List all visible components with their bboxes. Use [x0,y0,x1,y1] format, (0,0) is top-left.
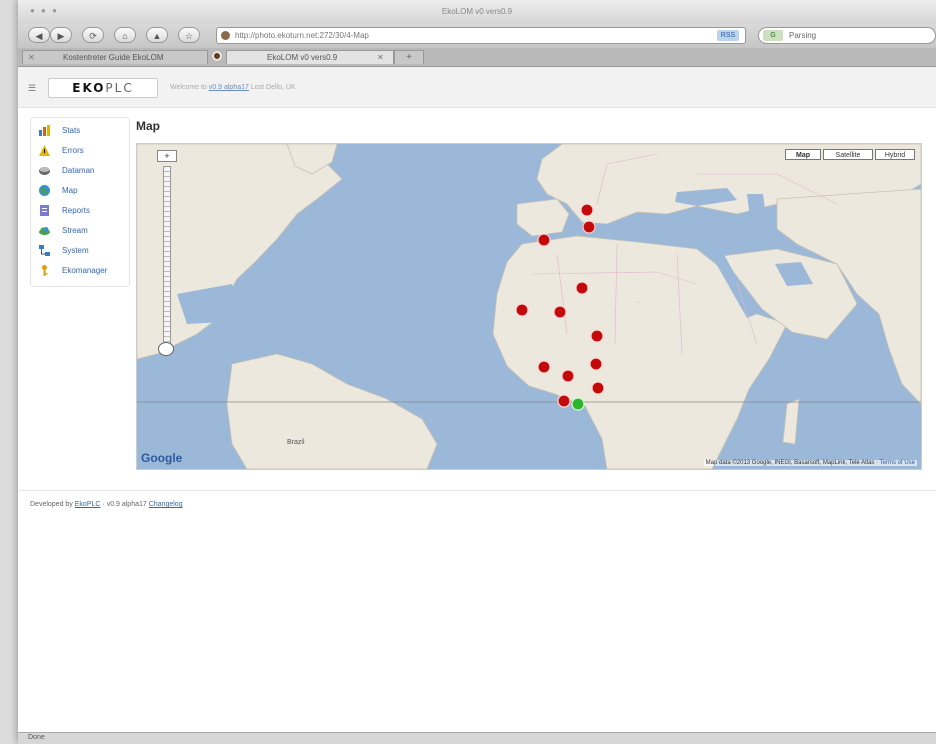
sidebar-item-errors[interactable]: Errors [39,144,127,158]
world-map[interactable]: Brazil · + Map Satellite Hybrid Google M… [136,143,922,470]
site-marker [580,203,594,217]
rss-icon[interactable]: RSS [717,30,739,41]
database-icon [39,167,50,175]
share-button[interactable]: ▲ [146,27,168,43]
tab-label: Kostentreter Guide EkoLOM [63,53,164,62]
site-marker [590,329,604,343]
tab-bar: ✕ Kostentreter Guide EkoLOM EkoLOM v0 ve… [18,48,936,67]
window-title: EkoLOM v0 vers0.9 [441,7,513,16]
ekoplc-logo[interactable]: EKOPLC [48,78,158,98]
map-type-hybrid-button[interactable]: Hybrid [875,149,915,160]
changelog-link[interactable]: Changelog [149,501,183,508]
url-text: http://photo.ekoturn.net:272/30/4-Map [235,31,369,40]
search-value: Parsing [789,31,817,40]
bar-chart-icon [39,125,50,136]
svg-text:·: · [637,299,639,306]
zoom-slider-handle[interactable] [158,342,174,356]
welcome-text: Welcome to v0.9 alpha17 Lost Dello, UK [170,84,296,91]
report-icon [40,205,49,216]
version-link[interactable]: v0.9 alpha17 [209,84,249,91]
site-marker [582,220,596,234]
zoom-slider[interactable] [163,166,171,344]
title-bar: ● ● ● EkoLOM v0 vers0.9 [18,0,936,24]
zoom-control: + [155,150,183,356]
sidebar-item-map[interactable]: Map [39,184,127,198]
site-marker [537,233,551,247]
bookmark-icon[interactable]: ☆ [178,27,200,43]
new-tab-button[interactable]: + [394,50,424,64]
terms-of-use-link[interactable]: Terms of Use [880,460,915,466]
footer-divider [18,490,936,491]
site-marker [591,381,605,395]
sidebar-item-system[interactable]: System [39,244,127,258]
sidebar-item-ekomanager[interactable]: Ekomanager [39,264,127,278]
developer-link[interactable]: EkoPLC [75,501,101,508]
site-marker [537,360,551,374]
site-marker [575,281,589,295]
map-type-satellite-button[interactable]: Satellite [823,149,873,160]
site-marker [561,369,575,383]
search-engine-icon[interactable]: G [763,30,783,41]
site-marker [589,357,603,371]
tab-favicon-icon [212,51,222,61]
forward-button[interactable]: ▶ [50,27,72,43]
status-text: Done [28,734,45,741]
key-icon [42,265,48,276]
site-marker [557,394,571,408]
status-bar: Done [18,732,936,744]
address-bar[interactable]: http://photo.ekoturn.net:272/30/4-Map RS… [216,27,746,44]
sidebar-item-dataman[interactable]: Dataman [39,164,127,178]
tab-close-icon[interactable]: ✕ [28,51,35,65]
tab-ekolom[interactable]: EkoLOM v0 vers0.9 ✕ [226,50,394,64]
back-button[interactable]: ◀ [28,27,50,43]
map-type-map-button[interactable]: Map [785,149,821,160]
sidebar: Stats Errors Dataman Map Reports Stream … [30,117,130,287]
globe-icon [39,185,50,196]
south-america-land [226,353,438,469]
tab-label: EkoLOM v0 vers0.9 [267,53,338,62]
site-marker [553,305,567,319]
site-marker [515,303,529,317]
network-icon [39,245,50,256]
site-favicon-icon [221,31,230,40]
menu-icon[interactable]: ☰ [28,83,36,94]
sidebar-item-reports[interactable]: Reports [39,204,127,218]
search-field[interactable]: G Parsing [758,27,936,44]
app-header: ☰ EKOPLC Welcome to v0.9 alpha17 Lost De… [18,67,936,108]
zoom-in-button[interactable]: + [157,150,177,162]
cloud-icon [39,227,50,235]
map-tiles: Brazil · [137,144,921,469]
reload-button[interactable]: ⟳ [82,27,104,43]
sidebar-item-stats[interactable]: Stats [39,124,127,138]
map-label-brazil: Brazil [287,439,305,446]
site-marker-active [571,397,585,411]
browser-window: ● ● ● EkoLOM v0 vers0.9 ◀ ▶ ⟳ ⌂ ▲ ☆ http… [18,0,936,744]
footer: Developed by EkoPLC · v0.9 alpha17 Chang… [30,501,183,508]
page-title: Map [136,119,160,133]
warning-icon [39,145,50,156]
madagascar-land [782,398,800,445]
sidebar-item-stream[interactable]: Stream [39,224,127,238]
tab-close-icon[interactable]: ✕ [377,51,384,65]
tab-kostentreter[interactable]: ✕ Kostentreter Guide EkoLOM [22,50,208,64]
browser-toolbar: ◀ ▶ ⟳ ⌂ ▲ ☆ http://photo.ekoturn.net:272… [18,24,936,49]
iberia-land [516,198,570,237]
home-button[interactable]: ⌂ [114,27,136,43]
map-attribution: Map data ©2013 Google, INEGI, Basarsoft,… [703,460,917,466]
google-logo[interactable]: Google [141,451,182,465]
